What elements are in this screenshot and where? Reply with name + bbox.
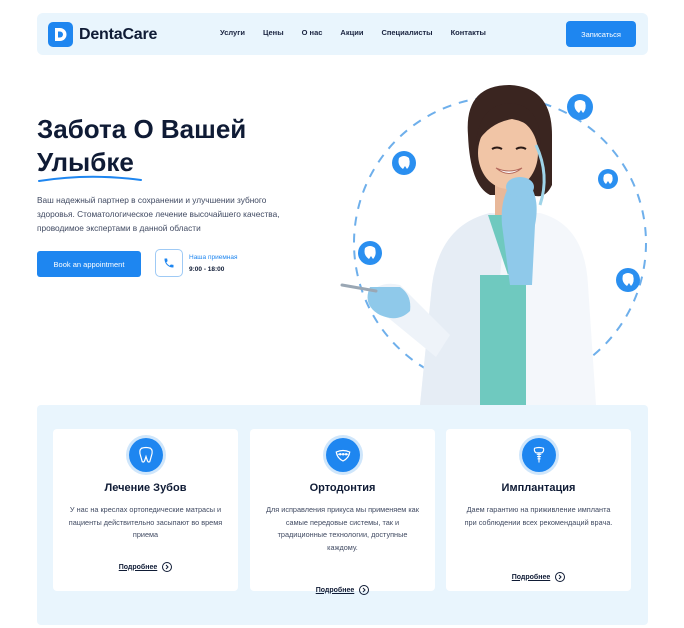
main-nav: Услуги Цены О нас Акции Специалисты Конт… xyxy=(220,28,486,37)
phone-icon[interactable] xyxy=(155,249,183,277)
logo-text: DentaCare xyxy=(79,25,158,43)
service-title: Ортодонтия xyxy=(309,482,376,494)
service-card-orthodontics: Ортодонтия Для исправления прикуса мы пр… xyxy=(250,429,435,595)
service-text: Даем гарантию на приживление импланта пр… xyxy=(464,505,613,527)
tooth-icon xyxy=(129,438,163,472)
nav-item-promotions[interactable]: Акции xyxy=(340,28,363,37)
hero-description: Ваш надежный партнер в сохранении и улуч… xyxy=(37,195,280,233)
hero-doctor-image xyxy=(340,85,647,405)
service-card-treatment: Лечение Зубов У нас на креслах ортопедич… xyxy=(53,429,238,591)
hero-title: Забота О Вашей Улыбке xyxy=(37,113,247,182)
signup-button[interactable]: Записаться xyxy=(566,21,636,47)
nav-item-specialists[interactable]: Специалисты xyxy=(381,28,432,37)
reception-hours: 9:00 - 18:00 xyxy=(189,266,225,273)
implant-icon xyxy=(522,438,556,472)
book-appointment-button[interactable]: Book an appointment xyxy=(37,251,141,277)
nav-item-contacts[interactable]: Контакты xyxy=(451,28,486,37)
hero-title-line2-wrap: Улыбке xyxy=(37,146,142,182)
more-link-label: Подробнее xyxy=(118,563,158,571)
arrow-right-icon xyxy=(162,562,173,572)
service-card-implantation: Имплантация Даем гарантию на приживление… xyxy=(446,429,631,591)
arrow-right-icon xyxy=(555,572,566,582)
more-link-label: Подробнее xyxy=(315,586,355,594)
more-link-label: Подробнее xyxy=(511,573,551,581)
arrow-right-icon xyxy=(359,585,370,595)
service-title: Имплантация xyxy=(501,482,576,494)
service-text: У нас на креслах ортопедические матрасы … xyxy=(68,505,223,539)
more-link[interactable]: Подробнее xyxy=(446,572,631,582)
reception-label: Наша приемная xyxy=(189,254,238,261)
more-link[interactable]: Подробнее xyxy=(53,562,238,572)
services-section: Лечение Зубов У нас на креслах ортопедич… xyxy=(37,405,648,625)
site-header: DentaCare Услуги Цены О нас Акции Специа… xyxy=(37,13,648,55)
logo[interactable]: DentaCare xyxy=(48,22,157,47)
nav-item-prices[interactable]: Цены xyxy=(263,28,284,37)
service-title: Лечение Зубов xyxy=(104,482,187,494)
braces-icon xyxy=(326,438,360,472)
logo-mark-icon xyxy=(48,22,73,47)
hero-title-line1: Забота О Вашей xyxy=(37,114,247,144)
service-text: Для исправления прикуса мы применяем как… xyxy=(266,505,419,552)
nav-item-services[interactable]: Услуги xyxy=(220,28,245,37)
hero-title-line2: Улыбке xyxy=(37,147,134,177)
more-link[interactable]: Подробнее xyxy=(250,585,435,595)
title-underline-icon xyxy=(38,175,142,182)
nav-item-about[interactable]: О нас xyxy=(302,28,323,37)
